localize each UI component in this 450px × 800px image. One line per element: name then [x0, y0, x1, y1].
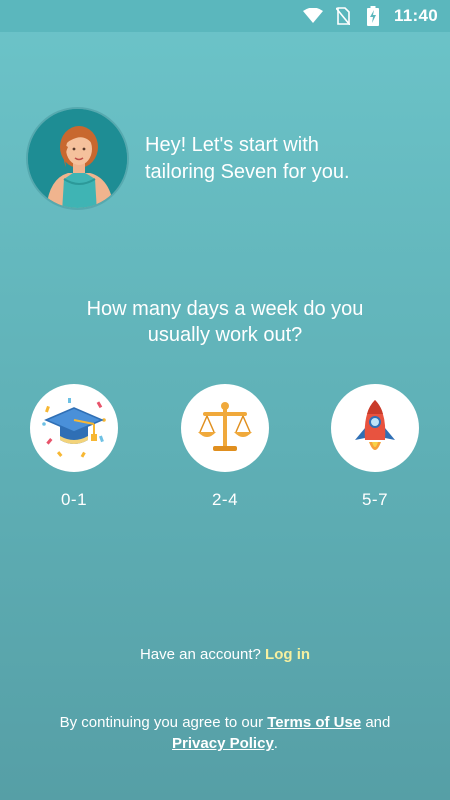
terms-suffix: . — [273, 735, 278, 752]
balance-scale-icon — [198, 402, 252, 451]
battery-charging-icon — [362, 6, 384, 26]
option-0-1[interactable]: 0-1 — [29, 384, 119, 510]
graduation-cap-icon — [42, 398, 106, 458]
rocket-icon — [355, 400, 395, 450]
option-5-7-circle[interactable] — [331, 384, 419, 472]
terms-prefix: By continuing you agree to our — [59, 714, 264, 731]
no-sim-icon — [332, 6, 354, 26]
terms-of-use-link[interactable]: Terms of Use — [267, 714, 361, 731]
account-prompt-text: Have an account? — [139, 646, 261, 663]
privacy-policy-link[interactable]: Privacy Policy — [172, 735, 274, 752]
status-time: 11:40 — [393, 6, 438, 25]
terms-notice: By continuing you agree to our Terms of … — [30, 712, 420, 754]
intro-message: Hey! Let's start with tailoring Seven fo… — [145, 132, 405, 186]
option-0-1-circle[interactable] — [30, 384, 118, 472]
option-0-1-label: 0-1 — [60, 490, 88, 509]
wifi-icon — [302, 6, 324, 26]
intro-line-1: Hey! Let's start with — [145, 133, 319, 156]
intro-section: Hey! Let's start with tailoring Seven fo… — [26, 107, 405, 210]
login-link[interactable]: Log in — [265, 646, 310, 663]
intro-line-2: tailoring Seven for you. — [145, 160, 350, 183]
status-bar: 11:40 — [0, 0, 450, 32]
option-2-4-label: 2-4 — [211, 490, 239, 509]
account-prompt: Have an account? Log in — [0, 646, 450, 663]
question-line-2: usually work out? — [147, 324, 303, 346]
workout-frequency-question: How many days a week do you usually work… — [0, 296, 450, 348]
trainer-avatar-icon — [26, 107, 129, 210]
question-line-1: How many days a week do you — [86, 298, 364, 320]
option-2-4[interactable]: 2-4 — [180, 384, 270, 510]
option-2-4-circle[interactable] — [181, 384, 269, 472]
option-5-7[interactable]: 5-7 — [330, 384, 420, 510]
option-5-7-label: 5-7 — [361, 490, 389, 509]
terms-and: and — [365, 714, 391, 731]
